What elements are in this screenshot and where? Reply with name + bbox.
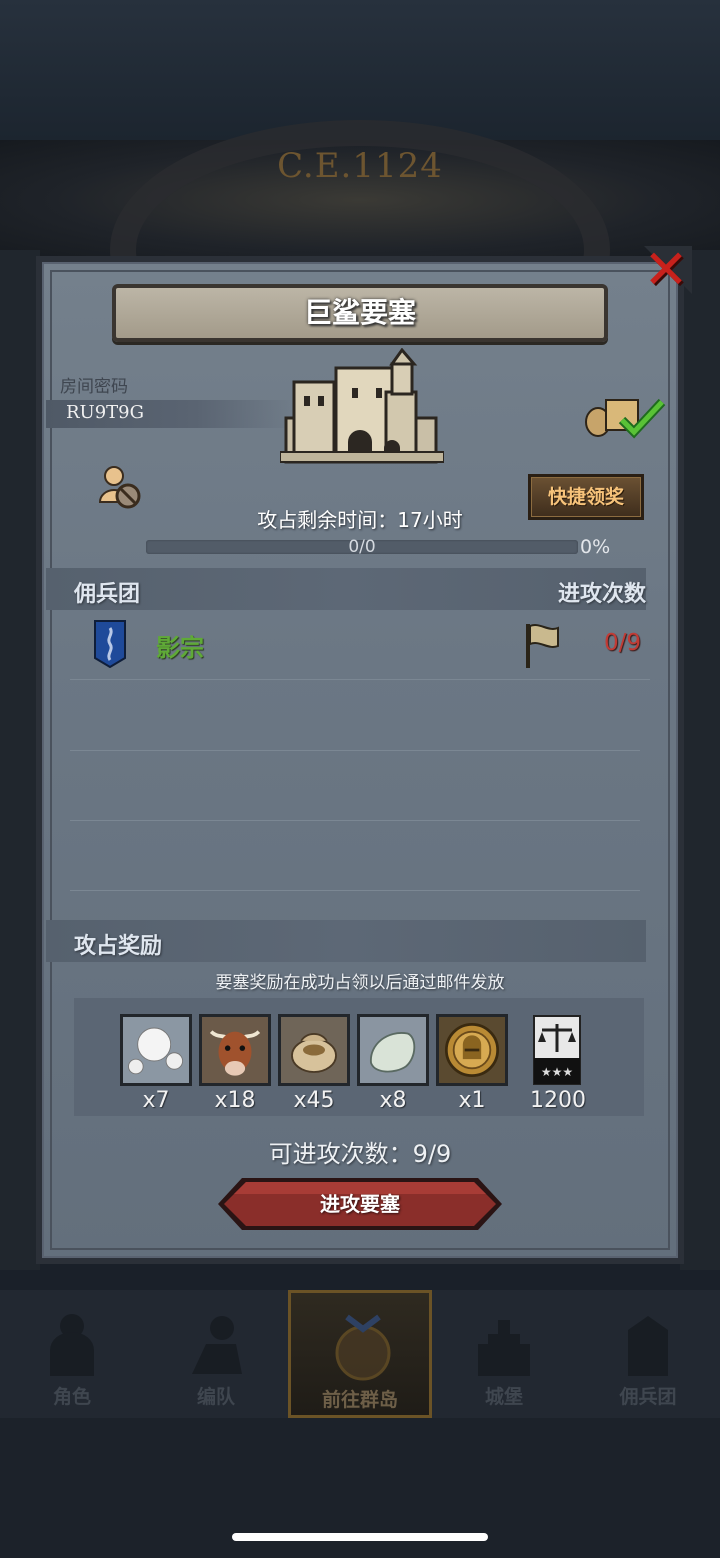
nav-formation[interactable]: 编队	[144, 1290, 288, 1418]
rewards-claimed-icon	[585, 398, 666, 439]
nav-label: 佣兵团	[619, 1386, 677, 1408]
stone-icon[interactable]	[357, 1014, 429, 1086]
empty-row-divider	[70, 750, 640, 751]
reward-count: x1	[458, 1088, 486, 1113]
attack-count-header: 进攻次数	[557, 582, 646, 607]
formation-icon	[192, 1316, 242, 1374]
castle-nav-icon	[478, 1320, 530, 1376]
reward-count: x45	[293, 1088, 335, 1113]
mercenary-icon	[628, 1316, 668, 1376]
pearl-icon[interactable]	[120, 1014, 192, 1086]
room-password-label: 房间密码	[60, 377, 128, 397]
progress-text: 0/0	[348, 537, 376, 557]
guild-banner-icon	[94, 620, 126, 668]
occupation-progress-bar: 0/0	[146, 537, 578, 557]
home-indicator[interactable]	[232, 1533, 488, 1541]
remaining-time: 攻占剩余时间：17小时	[257, 508, 463, 532]
dialog-title: 巨鲨要塞	[303, 296, 416, 329]
attack-fortress-label: 进攻要塞	[320, 1192, 400, 1216]
reward-count: x7	[142, 1088, 170, 1113]
year-label: C.E.1124	[277, 146, 443, 186]
nav-castle[interactable]: 城堡	[432, 1290, 576, 1418]
fortress-icon	[280, 348, 444, 464]
nav-character[interactable]: 角色	[0, 1290, 144, 1418]
nav-label: 编队	[196, 1386, 235, 1408]
reward-count: x18	[214, 1088, 256, 1113]
remaining-attacks: 可进攻次数：9/9	[268, 1140, 452, 1168]
mercenary-section-title: 佣兵团	[74, 582, 141, 607]
nav-mercenary[interactable]: 佣兵团	[576, 1290, 720, 1418]
mercenary-name[interactable]: 影宗	[156, 628, 204, 663]
character-icon	[50, 1314, 94, 1376]
title-plate: 巨鲨要塞	[112, 284, 608, 342]
room-code-value: RU9T9G	[66, 402, 145, 423]
cattle-icon[interactable]	[199, 1014, 271, 1086]
nav-islands[interactable]: 前往群岛	[288, 1290, 432, 1418]
nav-label: 城堡	[484, 1386, 523, 1408]
sack-icon[interactable]	[278, 1014, 350, 1086]
knight-medal-icon[interactable]	[436, 1014, 508, 1086]
nav-label: 前往群岛	[321, 1389, 398, 1411]
top-background	[0, 0, 720, 140]
reward-count: 1200	[530, 1088, 586, 1113]
right-edge	[680, 250, 720, 1270]
svg-text:★★★: ★★★	[541, 1065, 573, 1079]
empty-row-divider	[70, 890, 640, 891]
mercenary-attack-count: 0/9	[604, 630, 642, 656]
reward-note: 要塞奖励在成功占领以后通过邮件发放	[215, 973, 505, 993]
reward-count: x8	[379, 1088, 407, 1113]
left-edge	[0, 250, 40, 1270]
justice-banner-icon[interactable]: ★★★	[532, 1014, 582, 1086]
islands-icon	[335, 1314, 391, 1381]
nav-label: 角色	[52, 1386, 91, 1408]
empty-row-divider	[70, 820, 640, 821]
close-icon[interactable]: ✕	[640, 243, 692, 297]
reward-section-title: 攻占奖励	[74, 934, 163, 959]
flag-icon	[526, 624, 559, 668]
progress-percent: 0%	[580, 536, 611, 558]
attack-fortress-button[interactable]: 进攻要塞	[216, 1176, 504, 1232]
